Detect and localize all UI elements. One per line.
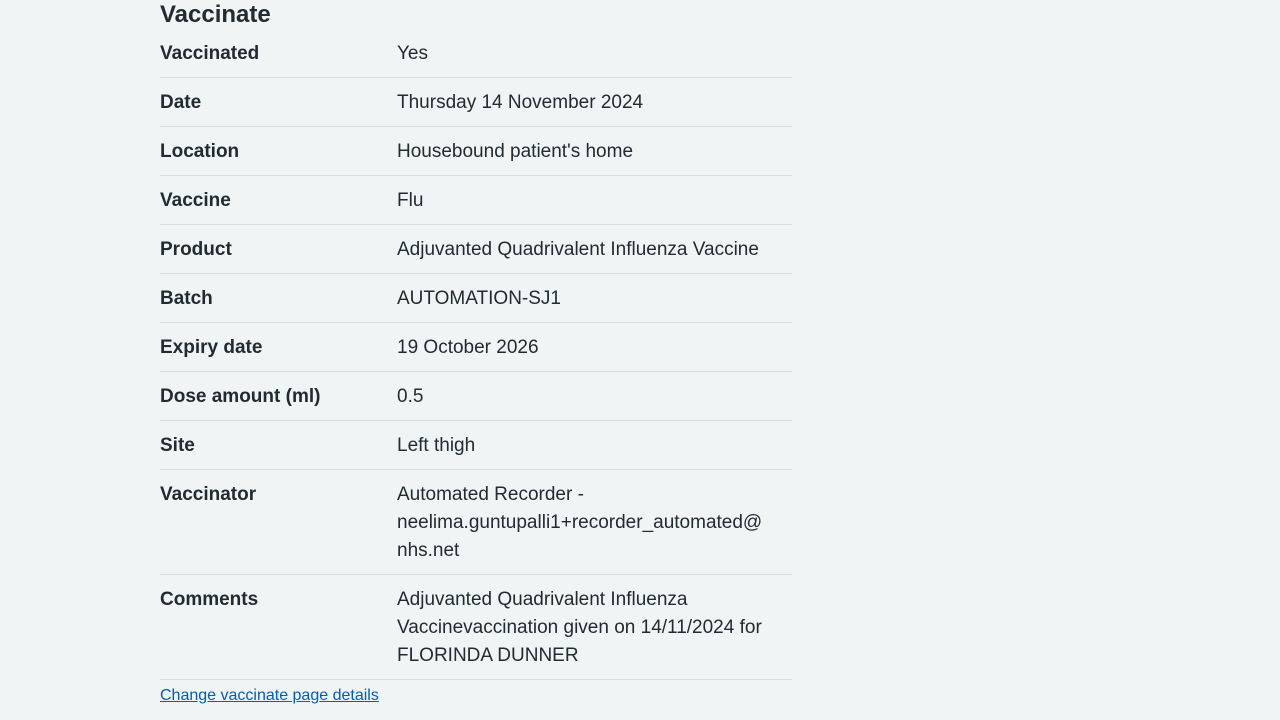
- summary-key: Vaccinated: [160, 43, 260, 64]
- summary-value: Housebound patient's home: [397, 141, 634, 162]
- summary-row-product: Product Adjuvanted Quadrivalent Influenz…: [160, 225, 792, 274]
- summary-key: Comments: [160, 589, 259, 610]
- summary-value: Left thigh: [397, 435, 476, 456]
- summary-key: Site: [160, 435, 195, 456]
- summary-value: 19 October 2026: [397, 337, 539, 358]
- summary-value: Flu: [397, 190, 424, 211]
- section-title: Vaccinate: [160, 1, 271, 28]
- summary-row-comments: Comments Adjuvanted Quadrivalent Influen…: [160, 575, 792, 680]
- summary-key: Product: [160, 239, 232, 260]
- summary-value: AUTOMATION-SJ1: [397, 288, 561, 309]
- summary-value: 0.5: [397, 386, 424, 407]
- summary-key: Date: [160, 92, 202, 113]
- change-vaccinate-details-link[interactable]: Change vaccinate page details: [160, 686, 379, 706]
- summary-row-vaccinated: Vaccinated Yes: [160, 31, 792, 78]
- summary-key: Dose amount (ml): [160, 386, 321, 407]
- summary-key: Batch: [160, 288, 213, 309]
- summary-value: Adjuvanted Quadrivalent Influenza Vaccin…: [397, 589, 762, 666]
- summary-row-vaccine: Vaccine Flu: [160, 176, 792, 225]
- summary-key: Vaccinator: [160, 484, 257, 505]
- summary-row-batch: Batch AUTOMATION-SJ1: [160, 274, 792, 323]
- vaccinate-summary: Vaccinate Vaccinated Yes Date Thursday 1…: [160, 0, 792, 706]
- summary-key: Vaccine: [160, 190, 231, 211]
- summary-row-vaccinator: Vaccinator Automated Recorder - neelima.…: [160, 470, 792, 575]
- summary-key: Expiry date: [160, 337, 263, 358]
- summary-value: Yes: [397, 43, 428, 64]
- summary-row-date: Date Thursday 14 November 2024: [160, 78, 792, 127]
- summary-row-location: Location Housebound patient's home: [160, 127, 792, 176]
- summary-value: Adjuvanted Quadrivalent Influenza Vaccin…: [397, 239, 759, 260]
- summary-row-dose-amount: Dose amount (ml) 0.5: [160, 372, 792, 421]
- summary-value: Thursday 14 November 2024: [397, 92, 644, 113]
- summary-row-site: Site Left thigh: [160, 421, 792, 470]
- summary-key: Location: [160, 141, 240, 162]
- summary-value: Automated Recorder - neelima.guntupalli1…: [397, 484, 763, 561]
- summary-list: Vaccinated Yes Date Thursday 14 November…: [160, 31, 792, 680]
- summary-row-expiry-date: Expiry date 19 October 2026: [160, 323, 792, 372]
